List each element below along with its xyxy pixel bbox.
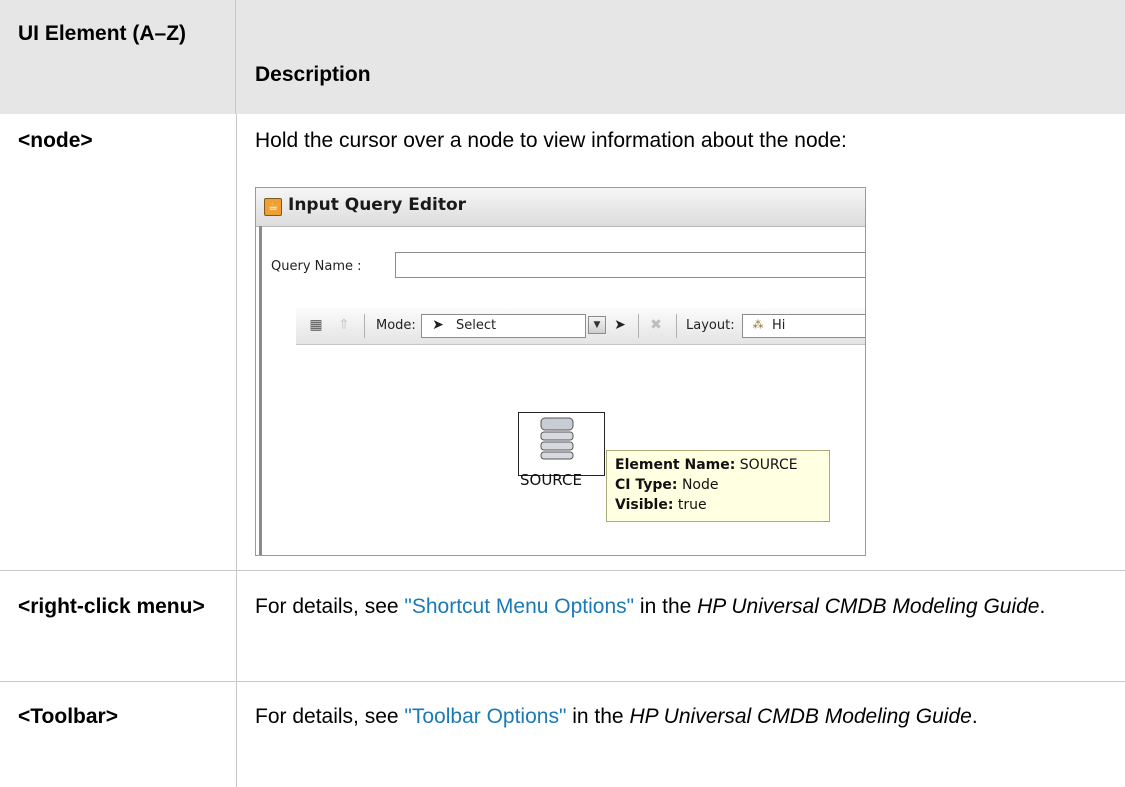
select-pointer-icon[interactable]: ➤ [612,317,628,333]
mode-value: Select [456,318,497,333]
toolbar-separator [638,314,639,338]
description-toolbar: For details, see "Toolbar Options" in th… [255,700,1115,734]
java-app-icon: ☕ [264,198,282,216]
toolbar-separator [676,314,677,338]
toolbar-separator [364,314,365,338]
tooltip-ci-type-key: CI Type: [615,477,678,493]
shortcut-menu-options-link[interactable]: "Shortcut Menu Options" [404,595,634,618]
tooltip-ci-type-value: Node [681,477,719,493]
up-arrow-icon[interactable]: ⇑ [336,317,352,333]
layout-label: Layout: [686,318,735,333]
editor-toolbar: ▦ ⇑ Mode: ➤ Select ▼ ➤ ✖ Layout: ⁂ Hi [296,308,865,345]
database-node-icon [540,417,574,460]
guide-title: HP Universal CMDB Modeling Guide [629,705,972,728]
desc-suffix: . [971,705,978,728]
tooltip-visible-value: true [677,497,707,513]
tooltip-element-name-value: SOURCE [739,457,798,473]
mode-label: Mode: [376,318,416,333]
desc-mid: in the [634,595,698,618]
tooltip-visible-key: Visible: [615,497,674,513]
pointer-icon: ➤ [432,317,444,333]
query-name-input[interactable] [395,252,865,278]
desc-suffix: . [1039,595,1046,618]
column-divider [236,114,237,787]
query-name-label: Query Name : [271,259,362,274]
desc-mid: in the [566,705,630,728]
element-name-right-click-menu: <right-click menu> [18,595,205,618]
node-label: SOURCE [520,471,582,489]
column-header-ui-element: UI Element (A–Z) [18,22,187,45]
toolbar-options-link[interactable]: "Toolbar Options" [404,705,566,728]
delete-icon[interactable]: ✖ [648,317,664,333]
desc-prefix: For details, see [255,705,405,728]
row-divider [0,570,1125,571]
layout-value: Hi [772,318,786,333]
element-name-node: <node> [18,129,93,152]
window-title: Input Query Editor [288,195,467,215]
window-frame-left [259,226,262,555]
element-name-toolbar: <Toolbar> [18,705,118,728]
row-divider [0,681,1125,682]
chevron-down-icon[interactable]: ▼ [588,316,606,334]
calculator-icon[interactable]: ▦ [308,317,324,333]
description-right-click-menu: For details, see "Shortcut Menu Options"… [255,590,1115,624]
desc-prefix: For details, see [255,595,405,618]
guide-title: HP Universal CMDB Modeling Guide [697,595,1040,618]
hierarchy-layout-icon: ⁂ [752,318,764,331]
tooltip-element-name-key: Element Name: [615,457,736,473]
column-header-description: Description [255,63,371,86]
node-tooltip: Element Name: SOURCE CI Type: Node Visib… [606,450,830,522]
description-node: Hold the cursor over a node to view info… [255,129,847,152]
input-query-editor-screenshot: ☕ Input Query Editor Query Name : ▦ ⇑ Mo… [255,187,866,556]
window-title-bar: ☕ Input Query Editor [256,188,865,227]
